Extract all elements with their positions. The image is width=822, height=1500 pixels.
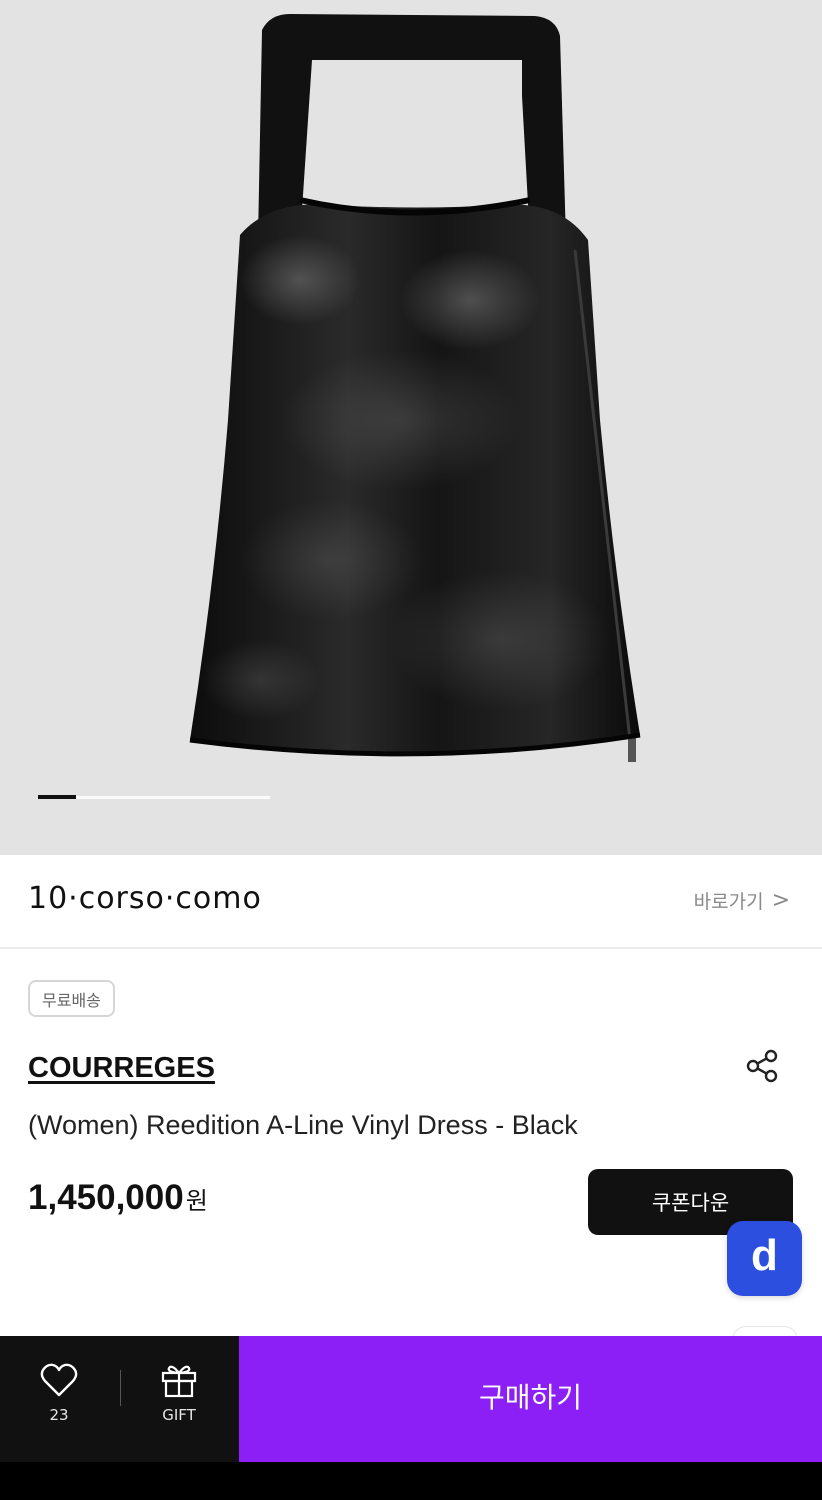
chevron-right-icon: > bbox=[771, 888, 790, 913]
bottom-bar-divider bbox=[120, 1370, 121, 1406]
like-count: 23 bbox=[49, 1406, 69, 1424]
d-fab-letter: d bbox=[751, 1230, 778, 1280]
buy-button[interactable]: 구매하기 bbox=[239, 1336, 822, 1462]
gift-label: GIFT bbox=[162, 1406, 196, 1424]
price-value: 1,450,000 bbox=[28, 1178, 184, 1217]
free-shipping-badge: 무료배송 bbox=[28, 980, 115, 1017]
product-page: 10·corso·como 바로가기 > 무료배송 COURREGES (Wom… bbox=[0, 0, 822, 1500]
store-link-label: 바로가기 bbox=[693, 891, 764, 913]
gift-button[interactable]: GIFT bbox=[139, 1362, 219, 1424]
brand-name-link[interactable]: COURREGES bbox=[28, 1052, 215, 1085]
system-nav-area bbox=[0, 1462, 822, 1500]
bottom-action-bar: 23 GIFT 구매하기 bbox=[0, 1336, 822, 1462]
carousel-indicator-active bbox=[38, 795, 76, 799]
product-price: 1,450,000원 bbox=[28, 1178, 208, 1218]
bottom-bar-left: 23 GIFT bbox=[0, 1336, 239, 1462]
d-floating-button[interactable]: d bbox=[727, 1221, 802, 1296]
product-image-carousel[interactable] bbox=[0, 0, 822, 855]
gift-icon bbox=[161, 1365, 197, 1398]
product-title: (Women) Reedition A-Line Vinyl Dress - B… bbox=[28, 1110, 578, 1140]
store-logo[interactable]: 10·corso·como bbox=[28, 881, 262, 916]
share-icon[interactable] bbox=[744, 1048, 780, 1084]
carousel-indicator bbox=[38, 795, 270, 799]
heart-icon bbox=[40, 1363, 78, 1397]
price-currency: 원 bbox=[185, 1188, 208, 1215]
product-image-dress bbox=[189, 14, 641, 762]
store-link[interactable]: 바로가기 > bbox=[694, 887, 790, 914]
like-button[interactable]: 23 bbox=[19, 1362, 99, 1424]
store-bar: 10·corso·como 바로가기 > bbox=[0, 855, 822, 949]
